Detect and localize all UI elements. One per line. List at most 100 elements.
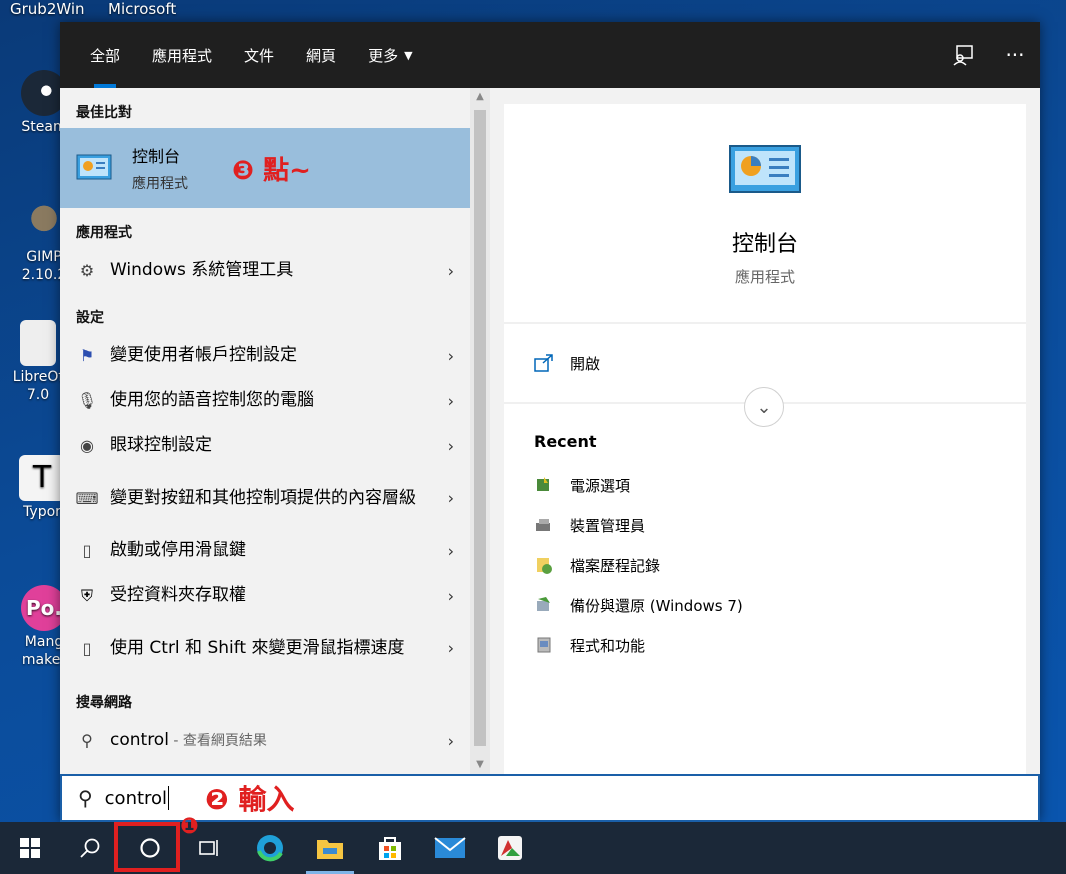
recent-label: 檔案歷程記錄 [570,556,661,575]
tab-apps[interactable]: 應用程式 [136,22,228,88]
preview-type: 應用程式 [734,268,795,286]
recent-item-power[interactable]: 電源選項 [504,465,1026,505]
search-icon: ⚲ [81,731,93,750]
web-query: control [110,729,169,750]
taskbar-search-button[interactable] [60,822,120,874]
section-header-web: 搜尋網路 [76,695,132,711]
eye-control-icon: ◉ [80,436,94,455]
best-match-item[interactable]: 控制台 應用程式 ❸ 點~ [60,128,470,208]
folder-icon [317,840,343,859]
result-label: 受控資料夾存取權 [110,585,246,605]
microphone-icon: 🎙 [76,391,98,410]
tab-web[interactable]: 網頁 [290,22,352,88]
result-item-controlled-folder[interactable]: ⛨ 受控資料夾存取權 › [60,573,470,618]
preview-pane: 控制台 應用程式 開啟 ⌄ Recent 電源選項 裝置管理員 檔案歷程記錄 備… [504,104,1026,774]
chevron-right-icon[interactable]: › [448,731,454,750]
annotation-step-2: ❷ 輸入 [205,783,295,816]
taskbar-store[interactable] [360,822,420,874]
recent-item-programs-features[interactable]: 程式和功能 [504,625,1026,665]
result-item-mouse-keys[interactable]: ▯ 啟動或停用滑鼠鍵 › [60,528,470,573]
control-panel-icon [729,145,801,193]
chevron-right-icon[interactable]: › [448,391,454,410]
scroll-up-icon[interactable]: ▲ [470,88,490,106]
chevron-down-icon: ⌄ [756,396,772,418]
taskbar-edge[interactable] [240,822,300,874]
recent-item-file-history[interactable]: 檔案歷程記錄 [504,545,1026,585]
tab-more[interactable]: 更多 ▼ [352,22,428,88]
ellipsis-icon: ··· [1005,43,1025,67]
preview-title: 控制台 [731,232,798,257]
chevron-right-icon[interactable]: › [448,586,454,605]
result-label: 使用 Ctrl 和 Shift 來變更滑鼠指標速度 [110,637,405,658]
programs-features-icon [537,637,551,653]
tab-label: 更多 [368,46,399,65]
app-icon [498,836,522,860]
mail-icon [434,837,466,858]
result-label: 使用您的語音控制您的電腦 [110,390,314,410]
result-item-uac[interactable]: ⚑ 變更使用者帳戶控制設定 › [60,333,470,378]
control-panel-icon [76,154,112,180]
recent-label: 備份與還原 (Windows 7) [570,596,743,615]
tab-label: 全部 [90,46,121,65]
search-panel: 全部 應用程式 文件 網頁 更多 ▼ ··· 最佳比對 控制台 應用程式 ❸ 點~… [60,22,1040,822]
search-box[interactable]: ⚲ control ❷ 輸入 [60,774,1040,822]
result-label: Windows 系統管理工具 [110,260,294,280]
desktop-icon-libreoffice[interactable]: LibreOf 7.0 [8,320,68,404]
taskbar-mail[interactable] [420,822,480,874]
best-match-subtitle: 應用程式 [132,176,188,192]
edge-icon [257,835,283,862]
chevron-right-icon[interactable]: › [448,346,454,365]
chevron-right-icon[interactable]: › [448,541,454,560]
start-button[interactable] [0,822,60,874]
chevron-right-icon[interactable]: › [448,489,454,508]
expand-button[interactable]: ⌄ [744,387,784,427]
section-header-apps: 應用程式 [76,225,132,241]
annotation-step-3: ❸ 點~ [232,156,311,186]
scrollbar-thumb[interactable] [474,110,486,746]
web-suffix: - 查看網頁結果 [168,732,267,749]
result-item-tooltip-level[interactable]: ⌨ 變更對按鈕和其他控制項提供的內容層級 › [60,468,470,528]
result-label: 眼球控制設定 [110,435,212,455]
section-header-settings: 設定 [76,310,104,326]
result-item-web-search[interactable]: ⚲ control - 查看網頁結果 › [60,718,470,763]
recent-item-backup-restore[interactable]: 備份與還原 (Windows 7) [504,585,1026,625]
power-options-icon [537,477,549,491]
search-tabs-bar: 全部 應用程式 文件 網頁 更多 ▼ ··· [60,22,1040,88]
taskbar-app[interactable] [480,822,540,874]
open-button[interactable]: 開啟 ⌄ [504,324,1026,427]
chevron-right-icon[interactable]: › [448,639,454,658]
recent-item-device-manager[interactable]: 裝置管理員 [504,505,1026,545]
chevron-down-icon: ▼ [404,48,413,62]
recent-label: 程式和功能 [570,636,646,655]
admin-tools-icon: ⚙ [79,261,95,280]
result-item-eye-control[interactable]: ◉ 眼球控制設定 › [60,423,470,468]
chevron-right-icon[interactable]: › [448,436,454,455]
recent-label: 電源選項 [570,476,631,495]
feedback-button[interactable] [948,40,978,70]
taskbar-file-explorer[interactable] [300,822,360,874]
tab-label: 網頁 [306,46,337,65]
chevron-right-icon[interactable]: › [448,261,454,280]
desktop-label-microsoft: Microsoft [108,0,177,18]
tab-documents[interactable]: 文件 [228,22,290,88]
tab-label: 應用程式 [152,46,213,65]
flag-icon: ⚑ [79,346,95,365]
results-list: 最佳比對 控制台 應用程式 ❸ 點~ 應用程式 ⚙ Windows 系統管理工具… [60,88,470,774]
result-item-admin-tools[interactable]: ⚙ Windows 系統管理工具 › [60,248,470,293]
search-icon: ⚲ [78,786,93,810]
device-manager-icon [536,519,550,531]
result-item-voice-control[interactable]: 🎙 使用您的語音控制您的電腦 › [60,378,470,423]
more-options-button[interactable]: ··· [1000,40,1030,70]
desktop-label-grub2win: Grub2Win [10,0,85,18]
result-item-pointer-speed[interactable]: ▯ 使用 Ctrl 和 Shift 來變更滑鼠指標速度 › [60,618,470,678]
result-label: 變更使用者帳戶控制設定 [110,345,297,365]
search-input[interactable]: control [105,788,167,809]
store-icon [379,837,401,860]
results-scrollbar[interactable]: ▲ ▼ [470,88,490,774]
section-header-best-match: 最佳比對 [76,105,132,121]
scroll-down-icon[interactable]: ▼ [470,756,490,774]
preview-hero: 控制台 應用程式 [504,104,1026,324]
result-label: 啟動或停用滑鼠鍵 [110,540,246,560]
mouse-icon: ▯ [82,541,92,560]
tab-all[interactable]: 全部 [74,22,136,88]
